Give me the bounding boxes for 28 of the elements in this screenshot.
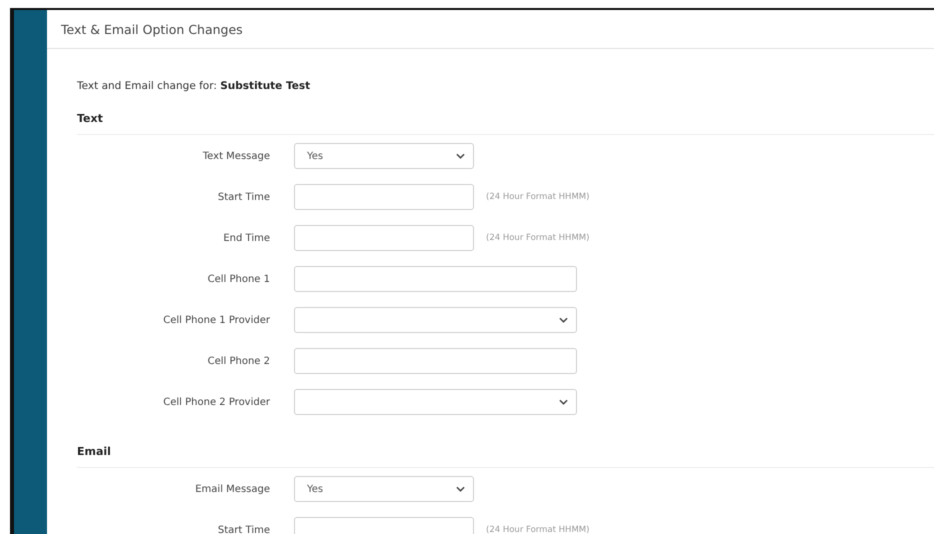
field-label: Cell Phone 1 [206, 274, 270, 284]
section-heading: Text [77, 112, 934, 135]
chevron-down-icon [456, 153, 465, 159]
format-hint: (24 Hour Format HHMM) [486, 525, 590, 534]
field-label: Email Message [194, 484, 270, 494]
panel-title: Text & Email Option Changes [61, 22, 243, 36]
input-field[interactable] [294, 348, 577, 374]
format-hint: (24 Hour Format HHMM) [486, 192, 590, 202]
dropdown[interactable]: Yes [294, 476, 474, 502]
input-field[interactable] [294, 266, 577, 292]
intro-text: Text and Email change for: Substitute Test [77, 80, 312, 92]
chevron-down-icon [456, 486, 465, 492]
field-label: Cell Phone 2 [206, 356, 270, 366]
section-heading: Email [77, 445, 934, 468]
chevron-down-icon [559, 399, 568, 405]
dropdown[interactable]: Yes [294, 143, 474, 169]
input-field[interactable] [294, 184, 474, 210]
input-field[interactable] [294, 225, 474, 251]
dropdown[interactable] [294, 389, 577, 415]
field-label: Cell Phone 1 Provider [162, 314, 270, 326]
field-label: Text Message [202, 150, 270, 162]
field-label: Cell Phone 2 Provider [162, 396, 270, 408]
field-label: Start Time [216, 192, 270, 202]
field-label: Start Time [216, 524, 270, 534]
field-label: End Time [222, 232, 270, 244]
dropdown[interactable] [294, 307, 577, 333]
chevron-down-icon [559, 317, 568, 323]
format-hint: (24 Hour Format HHMM) [486, 233, 590, 243]
